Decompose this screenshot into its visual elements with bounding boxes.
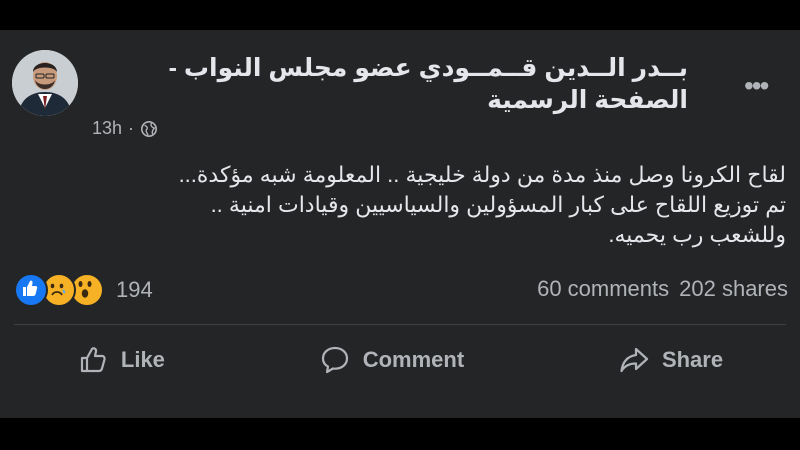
post-text-line: تم توزيع اللقاح على كبار المسؤولين والسي… xyxy=(210,192,786,217)
comments-count[interactable]: 60 comments xyxy=(537,276,669,302)
post-card: بــدر الــدين قــمــودي عضو مجلس النواب … xyxy=(0,30,800,418)
engagement-stats: 60 comments 202 shares xyxy=(537,276,788,302)
share-label: Share xyxy=(661,347,724,372)
share-icon xyxy=(620,347,649,373)
comment-label: Comment xyxy=(362,347,465,372)
like-icon xyxy=(14,273,48,307)
thumbs-up-icon xyxy=(80,347,106,373)
post-text-line: وللشعب رب يحميه. xyxy=(608,222,786,247)
divider xyxy=(14,324,786,325)
more-options-icon[interactable]: ••• xyxy=(744,70,769,102)
reactions-summary[interactable]: 194 xyxy=(14,273,153,307)
post-text: لقاح الكرونا وصل منذ مدة من دولة خليجية … xyxy=(46,160,786,250)
like-label: Like xyxy=(120,347,165,372)
separator-dot: · xyxy=(128,118,135,138)
globe-icon xyxy=(141,120,158,137)
comment-icon xyxy=(321,346,348,374)
like-button[interactable]: Like xyxy=(77,344,165,376)
share-button[interactable]: Share xyxy=(618,344,723,376)
post-time[interactable]: 13h xyxy=(92,118,122,139)
post-meta: 13h · xyxy=(92,118,158,139)
comment-button[interactable]: Comment xyxy=(319,344,464,376)
post-text-line: لقاح الكرونا وصل منذ مدة من دولة خليجية … xyxy=(178,162,786,187)
author-name[interactable]: بــدر الــدين قــمــودي عضو مجلس النواب … xyxy=(88,52,688,116)
shares-count[interactable]: 202 shares xyxy=(679,276,788,302)
author-avatar[interactable] xyxy=(12,50,78,116)
post-actions: Like Comment Share xyxy=(0,330,800,390)
reaction-count[interactable]: 194 xyxy=(116,277,153,303)
